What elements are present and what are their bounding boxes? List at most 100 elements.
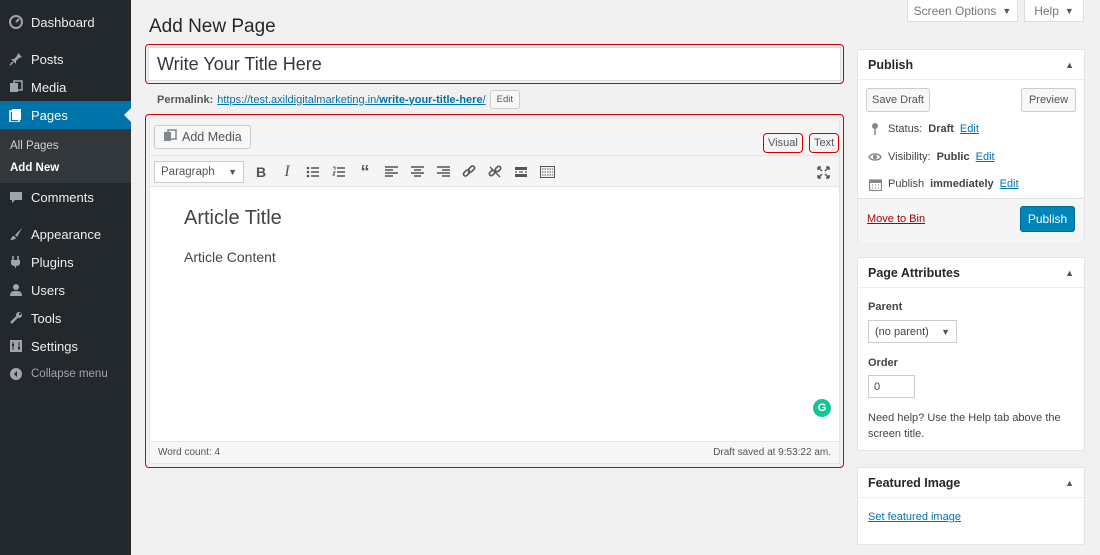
tab-visual[interactable]: Visual [763, 133, 803, 153]
featured-image-title: Featured Image [868, 475, 961, 490]
fullscreen-icon[interactable] [812, 160, 834, 184]
featured-image-header[interactable]: Featured Image ▲ [858, 468, 1084, 498]
grammarly-icon[interactable]: G [813, 399, 831, 417]
page-attributes-title: Page Attributes [868, 265, 960, 280]
editor-status-bar: Word count: 4 Draft saved at 9:53:22 am. [150, 441, 839, 463]
move-to-bin-link[interactable]: Move to Bin [867, 213, 925, 225]
sidebar-item-plugins[interactable]: Plugins [0, 248, 131, 276]
editor-toolbar: Paragraph ▼ B I “ [150, 155, 839, 187]
caret-down-icon: ▼ [1002, 5, 1012, 16]
align-right-icon[interactable] [432, 160, 454, 184]
align-center-icon[interactable] [406, 160, 428, 184]
permalink-slug: write-your-title-here [379, 93, 483, 106]
user-icon [8, 282, 24, 298]
sidebar-item-tools[interactable]: Tools [0, 304, 131, 332]
parent-select[interactable]: (no parent) ▼ [868, 320, 957, 343]
permalink-edit-button[interactable]: Edit [489, 90, 521, 109]
word-count: Word count: 4 [158, 447, 221, 458]
sidebar-item-comments[interactable]: Comments [0, 183, 131, 211]
permalink: Permalink: https://test.axildigitalmarke… [157, 90, 521, 109]
sidebar-item-appearance[interactable]: Appearance [0, 220, 131, 248]
status-row: Status: Draft Edit [868, 122, 979, 136]
tab-text[interactable]: Text [809, 133, 840, 153]
sidebar-item-label: Tools [31, 310, 62, 326]
publish-box: Publish ▲ Save Draft Preview Status: Dra… [857, 49, 1085, 242]
permalink-link[interactable]: https://test.axildigitalmarketing.in/wri… [217, 94, 485, 106]
screen-options-button[interactable]: Screen Options ▼ [907, 0, 1018, 22]
publish-time-edit-link[interactable]: Edit [1000, 178, 1019, 190]
help-label: Help [1034, 3, 1059, 18]
permalink-base: https://test.axildigitalmarketing.in/ [217, 93, 380, 106]
draft-saved-status: Draft saved at 9:53:22 am. [713, 447, 831, 458]
unlink-icon[interactable] [484, 160, 506, 184]
collapse-menu-button[interactable]: Collapse menu [0, 360, 131, 388]
sidebar-item-media[interactable]: Media [0, 73, 131, 101]
add-media-button[interactable]: Add Media [154, 125, 251, 149]
collapse-arrow-icon[interactable]: ▲ [1065, 268, 1074, 278]
status-label: Status: [888, 123, 923, 135]
help-button[interactable]: Help ▼ [1024, 0, 1084, 22]
sidebar-item-settings[interactable]: Settings [0, 332, 131, 360]
article-title[interactable]: Article Title [184, 207, 282, 230]
editor: Add Media Visual Text Paragraph ▼ B I “ [149, 118, 840, 464]
sidebar-item-label: Settings [31, 338, 78, 354]
parent-label: Parent [868, 301, 903, 313]
sidebar-item-dashboard[interactable]: Dashboard [0, 8, 131, 36]
post-title-input[interactable] [148, 47, 841, 81]
publish-time-label: Publish [888, 178, 925, 190]
page-attributes-box: Page Attributes ▲ Parent (no parent) ▼ Or… [857, 257, 1085, 451]
permalink-trail: / [482, 93, 486, 106]
sidebar-item-label: Plugins [31, 254, 74, 270]
status-edit-link[interactable]: Edit [960, 123, 979, 135]
numbered-list-icon[interactable] [328, 160, 350, 184]
pin-icon [8, 51, 24, 67]
submenu-all-pages[interactable]: All Pages [0, 135, 131, 157]
sidebar-item-users[interactable]: Users [0, 276, 131, 304]
order-input[interactable] [868, 375, 915, 398]
sidebar-item-label: Comments [31, 189, 94, 205]
plugin-icon [8, 254, 24, 270]
read-more-icon[interactable] [510, 160, 532, 184]
publish-actions: Move to Bin Publish [858, 198, 1084, 242]
article-content[interactable]: Article Content [184, 249, 276, 265]
media-icon [8, 79, 24, 95]
save-draft-button[interactable]: Save Draft [866, 88, 930, 112]
italic-icon[interactable]: I [276, 160, 298, 184]
visibility-edit-link[interactable]: Edit [976, 151, 995, 163]
editor-highlight: Add Media Visual Text Paragraph ▼ B I “ [145, 114, 844, 468]
page-attributes-help: Need help? Use the Help tab above the sc… [868, 412, 1061, 440]
settings-icon [8, 338, 24, 354]
align-left-icon[interactable] [380, 160, 402, 184]
bullet-list-icon[interactable] [302, 160, 324, 184]
submenu-add-new[interactable]: Add New [0, 157, 131, 179]
permalink-label: Permalink: [157, 93, 214, 106]
page-icon [8, 107, 24, 123]
caret-down-icon: ▼ [228, 167, 237, 177]
toolbar-toggle-icon[interactable] [536, 160, 558, 184]
format-select[interactable]: Paragraph ▼ [154, 161, 244, 183]
brush-icon [8, 226, 24, 242]
collapse-icon [8, 366, 24, 382]
sidebar-item-label: Pages [31, 107, 68, 123]
sidebar-item-label: Dashboard [31, 14, 95, 30]
sidebar-item-posts[interactable]: Posts [0, 45, 131, 73]
editor-content-area[interactable]: Article Title Article Content G [150, 187, 839, 441]
wrench-icon [8, 310, 24, 326]
order-label: Order [868, 357, 898, 369]
link-icon[interactable] [458, 160, 480, 184]
publish-box-title: Publish [868, 57, 914, 72]
publish-box-header[interactable]: Publish ▲ [858, 50, 1084, 80]
sidebar-item-pages[interactable]: Pages [0, 101, 131, 129]
bold-icon[interactable]: B [250, 160, 272, 184]
eye-icon [868, 150, 882, 164]
preview-button[interactable]: Preview [1021, 88, 1076, 112]
page-attributes-header[interactable]: Page Attributes ▲ [858, 258, 1084, 288]
set-featured-image-link[interactable]: Set featured image [868, 511, 961, 523]
sidebar-item-label: Appearance [31, 226, 102, 242]
collapse-arrow-icon[interactable]: ▲ [1065, 478, 1074, 488]
admin-sidebar: Dashboard Posts Media Pages All Pages Ad… [0, 0, 131, 555]
collapse-arrow-icon[interactable]: ▲ [1065, 60, 1074, 70]
publish-button[interactable]: Publish [1020, 206, 1075, 232]
sidebar-item-label: Users [31, 282, 65, 298]
blockquote-icon[interactable]: “ [354, 160, 376, 184]
